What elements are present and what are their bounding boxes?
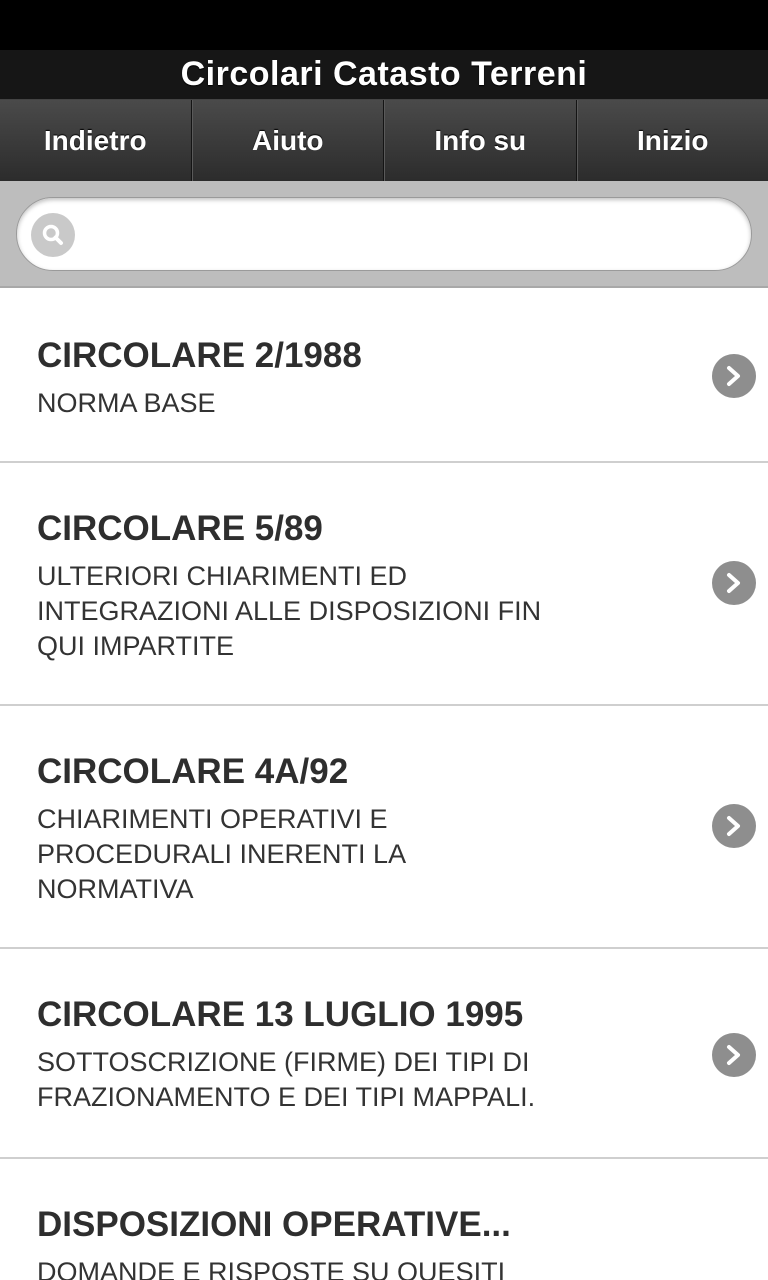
- search-box[interactable]: [16, 197, 752, 271]
- status-bar: [0, 0, 768, 50]
- back-button[interactable]: Indietro: [0, 100, 192, 181]
- item-title: CIRCOLARE 13 LUGLIO 1995: [37, 995, 524, 1034]
- search-input[interactable]: [87, 208, 737, 260]
- chevron-right-icon: [712, 561, 756, 605]
- item-title: CIRCOLARE 5/89: [37, 509, 323, 548]
- chevron-right-icon: [712, 804, 756, 848]
- list-item[interactable]: CIRCOLARE 13 LUGLIO 1995 SOTTOSCRIZIONE …: [0, 949, 768, 1159]
- list-item[interactable]: CIRCOLARE 2/1988 NORMA BASE: [0, 290, 768, 463]
- item-description: DOMANDE E RISPOSTE SU QUESITI: [37, 1257, 506, 1280]
- search-bar: [0, 181, 768, 288]
- item-description: ULTERIORI CHIARIMENTI ED INTEGRAZIONI AL…: [37, 561, 542, 661]
- chevron-right-icon: [712, 354, 756, 398]
- list-item[interactable]: CIRCOLARE 5/89 ULTERIORI CHIARIMENTI ED …: [0, 463, 768, 706]
- item-description: NORMA BASE: [37, 388, 216, 418]
- list-item[interactable]: CIRCOLARE 4A/92 CHIARIMENTI OPERATIVI E …: [0, 706, 768, 949]
- item-description: SOTTOSCRIZIONE (FIRME) DEI TIPI DI FRAZI…: [37, 1047, 536, 1112]
- item-description: CHIARIMENTI OPERATIVI E PROCEDURALI INER…: [37, 804, 407, 904]
- chevron-right-icon: [712, 1033, 756, 1077]
- item-title: DISPOSIZIONI OPERATIVE...: [37, 1205, 511, 1244]
- app-header: Circolari Catasto Terreni: [0, 50, 768, 100]
- home-button[interactable]: Inizio: [576, 100, 768, 181]
- list-item[interactable]: DISPOSIZIONI OPERATIVE... DOMANDE E RISP…: [0, 1159, 768, 1280]
- item-title: CIRCOLARE 4A/92: [37, 752, 349, 791]
- page-title: Circolari Catasto Terreni: [180, 55, 588, 93]
- item-title: CIRCOLARE 2/1988: [37, 336, 362, 375]
- help-button[interactable]: Aiuto: [191, 100, 384, 181]
- search-icon: [31, 213, 75, 257]
- info-button[interactable]: Info su: [384, 100, 577, 181]
- circolari-list: CIRCOLARE 2/1988 NORMA BASE CIRCOLARE 5/…: [0, 290, 768, 1280]
- nav-bar: Indietro Aiuto Info su Inizio: [0, 100, 768, 181]
